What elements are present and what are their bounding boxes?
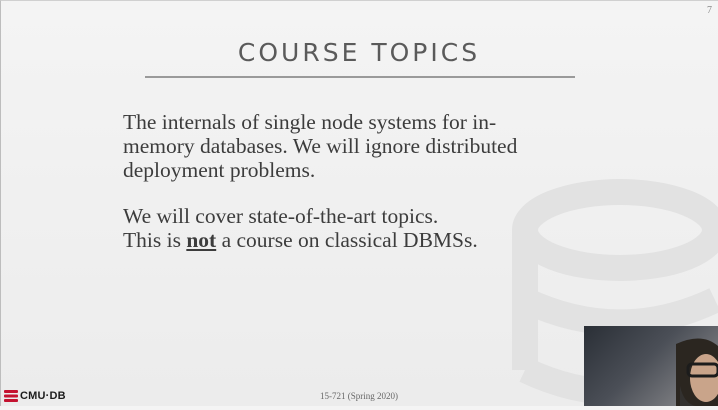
title-divider — [145, 76, 575, 78]
line-prefix: This is — [123, 228, 187, 252]
paragraph-scope: The internals of single node systems for… — [123, 110, 603, 182]
paragraph-focus: We will cover state-of-the-art topics. T… — [123, 204, 603, 252]
body-line: We will cover state-of-the-art topics. — [123, 204, 439, 228]
webcam-overlay — [584, 326, 718, 406]
body-line: The internals of single node systems for… — [123, 110, 497, 134]
body-line-emphasis: This is not a course on classical DBMSs. — [123, 228, 603, 252]
page-number: 7 — [707, 5, 712, 16]
body-line: deployment problems. — [123, 158, 316, 182]
emphasis-word: not — [186, 228, 217, 252]
slide-body: The internals of single node systems for… — [123, 110, 603, 274]
body-line: memory databases. We will ignore distrib… — [123, 134, 518, 158]
line-suffix: a course on classical DBMSs. — [216, 228, 478, 252]
presenter-video-icon — [676, 338, 718, 406]
slide-title: COURSE TOPICS — [237, 38, 481, 67]
